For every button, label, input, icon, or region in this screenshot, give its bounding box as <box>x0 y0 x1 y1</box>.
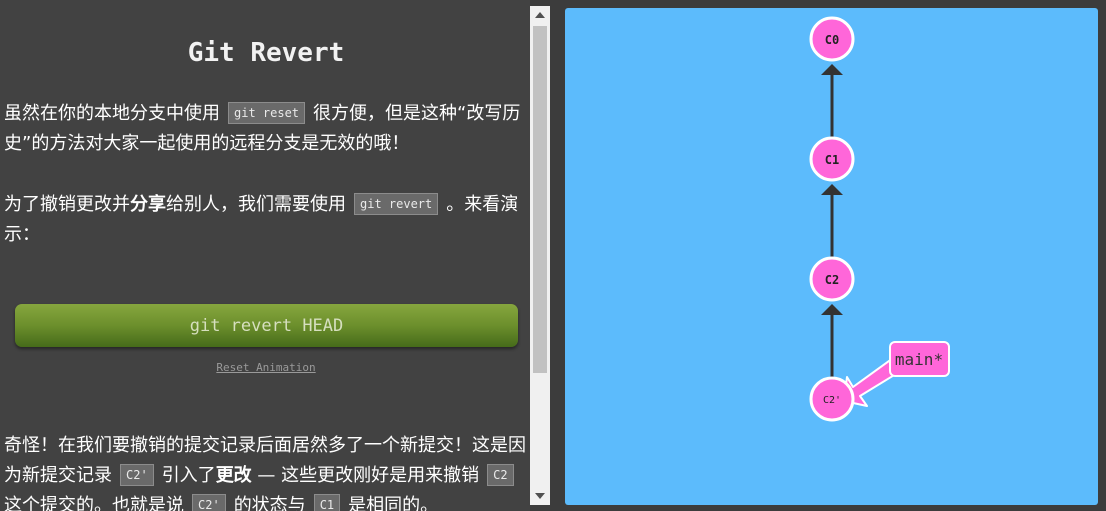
inline-code-c2: C2 <box>487 464 514 486</box>
inline-code-c2-prime: C2' <box>192 494 226 511</box>
paragraph-text: 这个提交的。也就是说 <box>4 495 184 511</box>
inline-code-git-revert: git revert <box>354 193 439 215</box>
paragraph-text: 虽然在你的本地分支中使用 <box>4 103 220 124</box>
commit-label: C0 <box>825 33 839 47</box>
bold-text: 分享 <box>130 194 166 215</box>
chevron-down-icon <box>535 493 545 499</box>
branch-label: main* <box>895 350 943 369</box>
lesson-title: Git Revert <box>187 38 345 68</box>
scrollbar[interactable] <box>530 6 550 505</box>
commit-edge-C2-C1 <box>821 184 843 258</box>
lesson-panel: Git Revert 虽然在你的本地分支中使用 git reset 很方便，但是这种… <box>0 0 530 511</box>
bold-text: 更改 <box>215 465 252 486</box>
branch-layer: main* <box>843 341 950 407</box>
branch-main[interactable]: main* <box>843 341 950 407</box>
commit-edge-C1-C0 <box>821 64 843 138</box>
commit-label: C2 <box>825 273 839 287</box>
git-revert-head-button[interactable]: git revert HEAD <box>15 304 518 347</box>
git-graph-visualization: main* C0 C1 C2 C2' <box>565 8 1098 505</box>
lesson-paragraph-2: 为了撤销更改并分享给别人，我们需要使用 git revert 。来看演示： <box>4 190 528 250</box>
paragraph-text: 是相同的。 <box>348 495 439 511</box>
lesson-paragraph-1: 虽然在你的本地分支中使用 git reset 很方便，但是这种“改写历史”的方法对大… <box>4 99 528 159</box>
inline-code-c1: C1 <box>313 494 341 511</box>
paragraph-text: 的状态与 <box>233 495 306 511</box>
commit-label: C2' <box>823 395 841 406</box>
commit-node-C2[interactable]: C2 <box>809 256 855 302</box>
commit-edge-C2p-C2 <box>821 304 843 378</box>
paragraph-text: 为了撤销更改并 <box>4 194 130 215</box>
lesson-paragraph-3: 奇怪！在我们要撤销的提交记录后面居然多了一个新提交！这是因为新提交记录 C2' 引入… <box>4 431 528 511</box>
paragraph-text: 给别人，我们需要使用 <box>166 194 346 215</box>
inline-code-c2-prime: C2' <box>120 464 154 486</box>
commit-node-C0[interactable]: C0 <box>809 16 855 62</box>
commit-label: C1 <box>825 153 839 167</box>
chevron-up-icon <box>535 12 545 18</box>
commit-node-C1[interactable]: C1 <box>809 136 855 182</box>
commit-graph: main* C0 C1 C2 C2' <box>809 16 950 422</box>
commit-node-C2p[interactable]: C2' <box>809 376 855 422</box>
scrollbar-thumb[interactable] <box>533 26 547 373</box>
edges-layer <box>821 64 843 378</box>
scroll-up-arrow[interactable] <box>530 6 550 24</box>
paragraph-text: — 这些更改刚好是用来撤销 <box>251 465 480 486</box>
reset-animation-link[interactable]: Reset Animation <box>0 361 530 374</box>
inline-code-git-reset: git reset <box>228 102 306 124</box>
scroll-down-arrow[interactable] <box>530 487 550 505</box>
paragraph-text: 引入了 <box>161 465 216 486</box>
